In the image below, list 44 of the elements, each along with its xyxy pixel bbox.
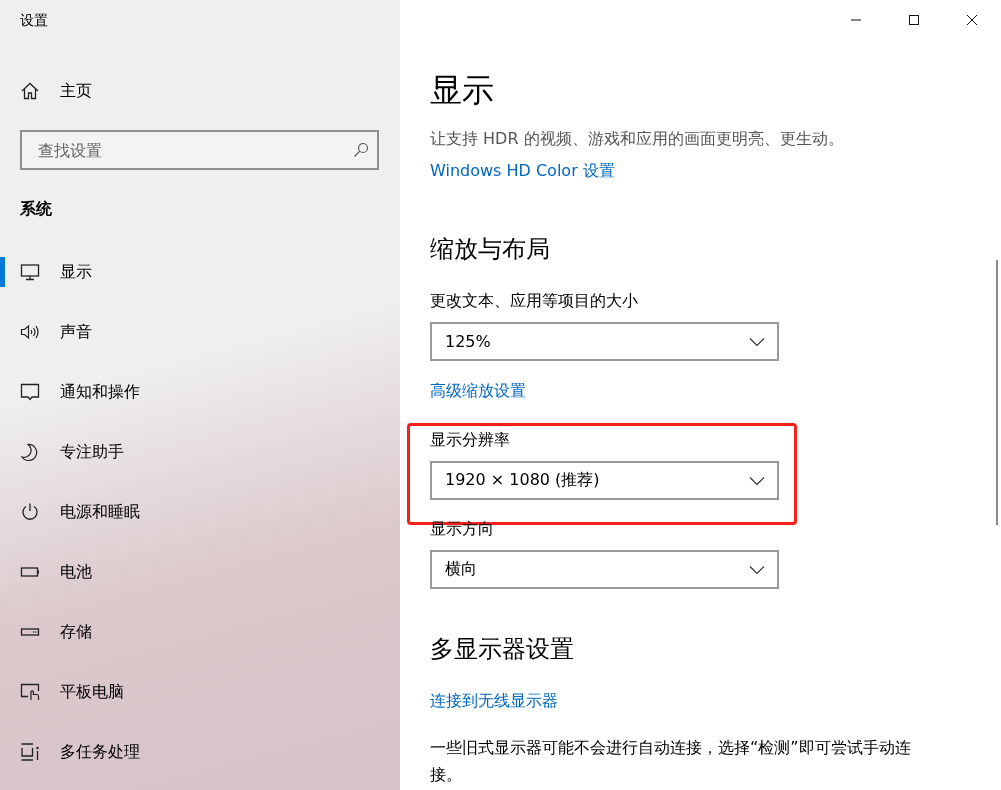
- search-field[interactable]: 查找设置: [20, 130, 379, 170]
- dropdown[interactable]: 1920 × 1080 (推荐): [430, 461, 779, 500]
- nav-item[interactable]: 电池: [0, 542, 400, 602]
- search-icon: [353, 142, 369, 158]
- description: 让支持 HDR 的视频、游戏和应用的画面更明亮、更生动。: [430, 128, 844, 150]
- nav-item[interactable]: 平板电脑: [0, 662, 400, 722]
- settings-link[interactable]: 高级缩放设置: [430, 380, 526, 402]
- page-title: 显示: [430, 70, 494, 110]
- nav-item[interactable]: 存储: [0, 602, 400, 662]
- moon-icon: [20, 442, 40, 462]
- dropdown-label: 显示方向: [430, 518, 495, 540]
- home-nav-item[interactable]: 主页: [0, 71, 92, 111]
- close-icon: [966, 14, 978, 26]
- dropdown-label: 更改文本、应用等项目的大小: [430, 290, 639, 312]
- paragraph: 一些旧式显示器可能不会进行自动连接，选择“检测”即可尝试手动连接。: [430, 737, 912, 786]
- search-input[interactable]: 查找设置: [36, 139, 353, 161]
- selection-indicator: [0, 257, 5, 287]
- scrollbar[interactable]: [996, 260, 998, 525]
- chevron-down-icon: [749, 336, 765, 347]
- nav-item[interactable]: 专注助手: [0, 422, 400, 482]
- chevron-down-icon: [749, 475, 765, 486]
- window-title: 设置: [20, 11, 48, 30]
- tablet-icon: [20, 682, 40, 702]
- chevron-down-icon: [749, 564, 765, 575]
- power-icon: [20, 502, 40, 522]
- section-heading: 多显示器设置: [430, 634, 574, 665]
- dropdown[interactable]: 125%: [430, 322, 779, 361]
- home-icon: [20, 81, 40, 101]
- multitasking-icon: [20, 742, 40, 762]
- message-icon: [20, 382, 40, 402]
- dropdown-label: 显示分辨率: [430, 429, 511, 451]
- monitor-icon: [20, 262, 40, 282]
- hd-color-link[interactable]: Windows HD Color 设置: [430, 160, 615, 182]
- settings-link[interactable]: 连接到无线显示器: [430, 690, 558, 712]
- nav-item[interactable]: 声音: [0, 302, 400, 362]
- nav-item[interactable]: 通知和操作: [0, 362, 400, 422]
- nav-item[interactable]: 显示: [0, 242, 400, 302]
- dropdown[interactable]: 横向: [430, 550, 779, 589]
- section-heading: 系统: [20, 198, 52, 220]
- section-heading: 缩放与布局: [430, 234, 550, 265]
- nav-item[interactable]: 多任务处理: [0, 722, 400, 782]
- speaker-icon: [20, 322, 40, 342]
- nav-item[interactable]: 电源和睡眠: [0, 482, 400, 542]
- maximize-icon: [908, 14, 920, 26]
